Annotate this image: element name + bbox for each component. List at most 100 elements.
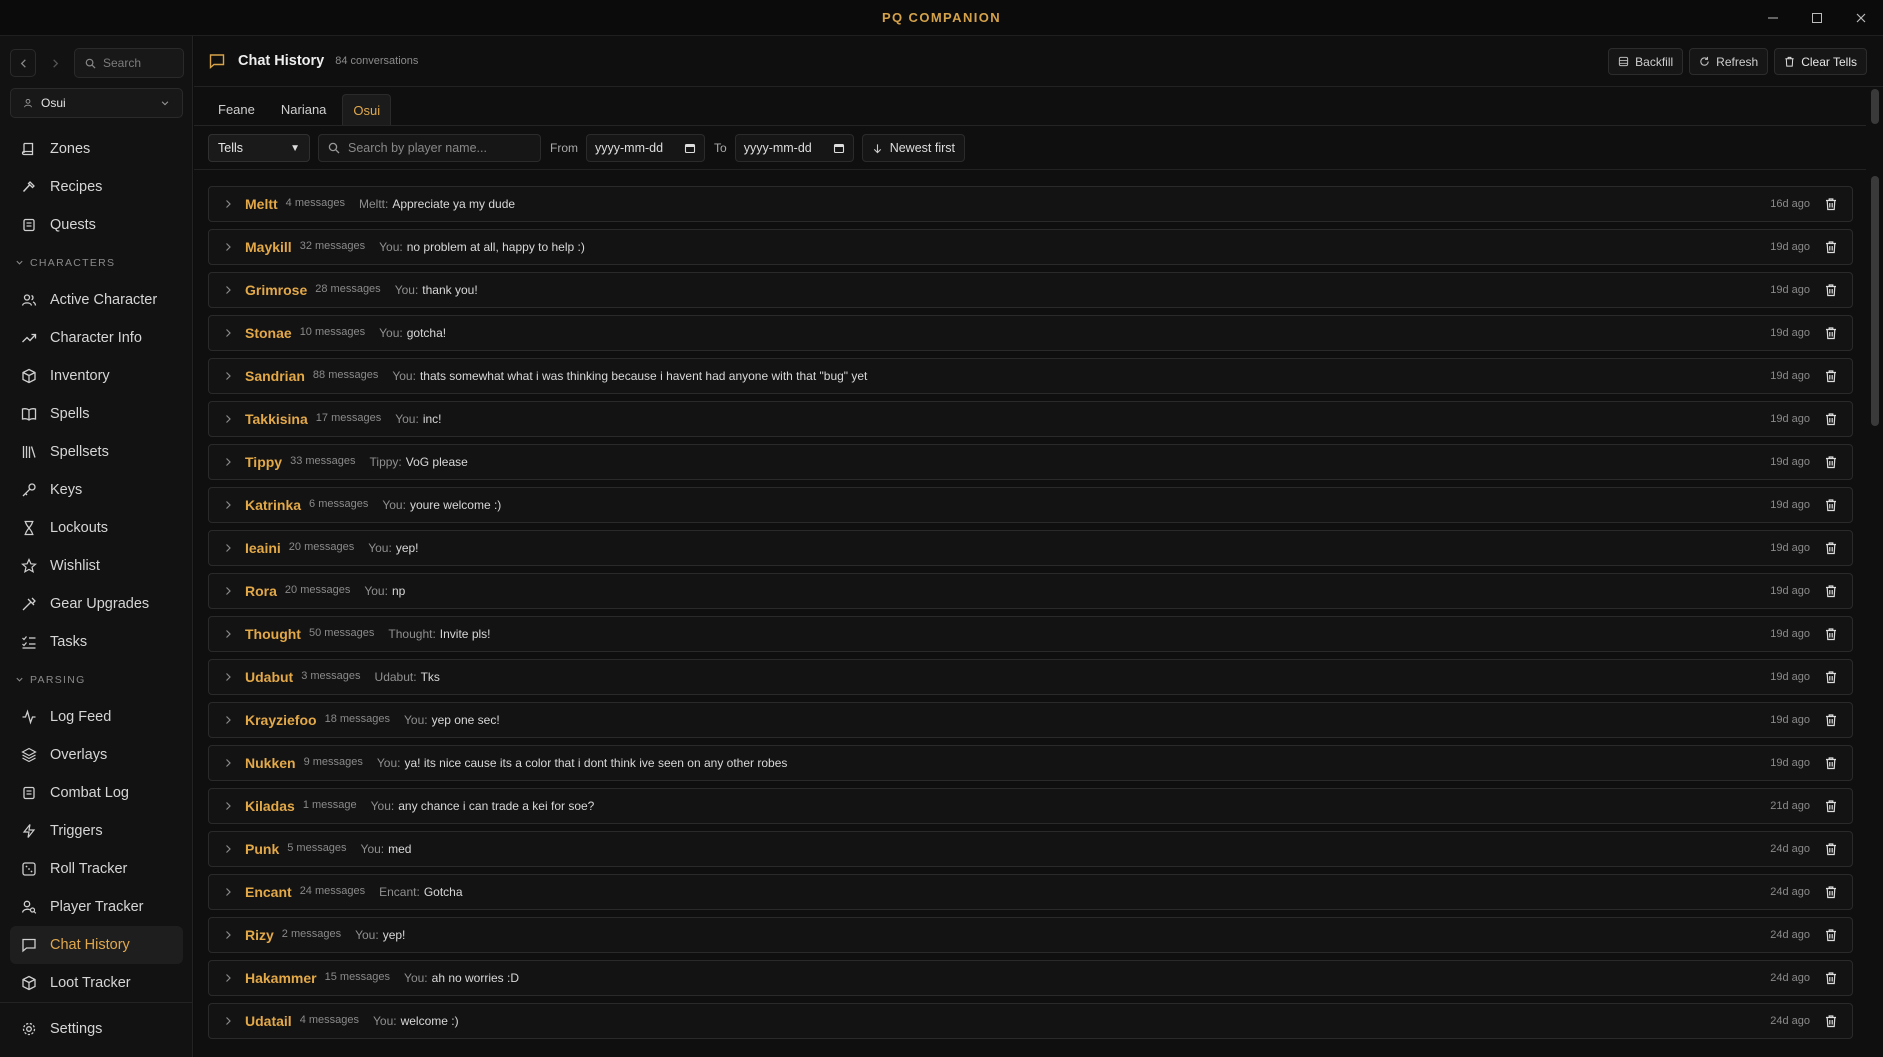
sidebar-item-chat-history[interactable]: Chat History	[10, 926, 183, 964]
sidebar-item-character-info[interactable]: Character Info	[10, 319, 183, 357]
sidebar-item-overlays[interactable]: Overlays	[10, 736, 183, 774]
tab-feane[interactable]: Feane	[208, 94, 265, 125]
sort-order-button[interactable]: Newest first	[861, 134, 965, 162]
trash-icon[interactable]	[1824, 326, 1838, 340]
chevron-right-icon[interactable]	[223, 543, 233, 553]
conversation-row[interactable]: Encant 24 messages Encant: Gotcha 24d ago	[208, 874, 1853, 910]
player-search-input[interactable]: Search by player name...	[318, 134, 541, 162]
tab-nariana[interactable]: Nariana	[271, 94, 337, 125]
conversation-row[interactable]: Stonae 10 messages You: gotcha! 19d ago	[208, 315, 1853, 351]
trash-icon[interactable]	[1824, 541, 1838, 555]
conversation-row[interactable]: Meltt 4 messages Meltt: Appreciate ya my du…	[208, 186, 1853, 222]
chevron-right-icon[interactable]	[223, 457, 233, 467]
conversation-row[interactable]: Rizy 2 messages You: yep! 24d ago	[208, 917, 1853, 953]
trash-icon[interactable]	[1824, 283, 1838, 297]
to-date-input[interactable]: yyyy-mm-dd	[734, 134, 854, 162]
chevron-right-icon[interactable]	[223, 1016, 233, 1026]
clear-tells-button[interactable]: Clear Tells	[1774, 48, 1867, 75]
chevron-right-icon[interactable]	[223, 199, 233, 209]
chevron-right-icon[interactable]	[223, 328, 233, 338]
conversation-row[interactable]: Krayziefoo 18 messages You: yep one sec! 19d…	[208, 702, 1853, 738]
sidebar-item-log-feed[interactable]: Log Feed	[10, 698, 183, 736]
chevron-right-icon[interactable]	[223, 758, 233, 768]
sidebar-item-inventory[interactable]: Inventory	[10, 357, 183, 395]
message-type-select[interactable]: Tells ▼	[208, 134, 310, 162]
chevron-right-icon[interactable]	[223, 242, 233, 252]
calendar-icon[interactable]	[684, 142, 696, 154]
conversation-row[interactable]: Udabut 3 messages Udabut: Tks 19d ago	[208, 659, 1853, 695]
calendar-icon[interactable]	[833, 142, 845, 154]
conversation-row[interactable]: Rora 20 messages You: np 19d ago	[208, 573, 1853, 609]
trash-icon[interactable]	[1824, 498, 1838, 512]
chevron-right-icon[interactable]	[223, 414, 233, 424]
sidebar-item-keys[interactable]: Keys	[10, 471, 183, 509]
trash-icon[interactable]	[1824, 928, 1838, 942]
conversation-row[interactable]: Ieaini 20 messages You: yep! 19d ago	[208, 530, 1853, 566]
conversation-row[interactable]: Udatail 4 messages You: welcome :) 24d ago	[208, 1003, 1853, 1039]
trash-icon[interactable]	[1824, 842, 1838, 856]
sidebar-item-tasks[interactable]: Tasks	[10, 623, 183, 661]
trash-icon[interactable]	[1824, 885, 1838, 899]
tab-osui[interactable]: Osui	[342, 94, 392, 125]
trash-icon[interactable]	[1824, 584, 1838, 598]
chevron-right-icon[interactable]	[223, 930, 233, 940]
character-select[interactable]: Osui	[10, 88, 183, 118]
sidebar-item-lockouts[interactable]: Lockouts	[10, 509, 183, 547]
sidebar-item-loot-tracker[interactable]: Loot Tracker	[10, 964, 183, 1002]
trash-icon[interactable]	[1824, 670, 1838, 684]
chevron-right-icon[interactable]	[223, 887, 233, 897]
section-characters[interactable]: CHARACTERS	[10, 244, 183, 281]
chevron-right-icon[interactable]	[223, 715, 233, 725]
trash-icon[interactable]	[1824, 627, 1838, 641]
sidebar-item-spellsets[interactable]: Spellsets	[10, 433, 183, 471]
trash-icon[interactable]	[1824, 240, 1838, 254]
chevron-right-icon[interactable]	[223, 586, 233, 596]
trash-icon[interactable]	[1824, 412, 1838, 426]
conversation-row[interactable]: Grimrose 28 messages You: thank you! 19d ago	[208, 272, 1853, 308]
conversation-row[interactable]: Tippy 33 messages Tippy: VoG please 19d ago	[208, 444, 1853, 480]
refresh-button[interactable]: Refresh	[1689, 48, 1769, 75]
sidebar-item-zones[interactable]: Zones	[10, 130, 183, 168]
list-scrollbar-thumb[interactable]	[1871, 176, 1879, 426]
chevron-right-icon[interactable]	[223, 500, 233, 510]
conversation-row[interactable]: Sandrian 88 messages You: thats somewhat wh…	[208, 358, 1853, 394]
trash-icon[interactable]	[1824, 971, 1838, 985]
section-parsing[interactable]: PARSING	[10, 661, 183, 698]
backfill-button[interactable]: Backfill	[1608, 48, 1684, 75]
trash-icon[interactable]	[1824, 799, 1838, 813]
sidebar-item-gear-upgrades[interactable]: Gear Upgrades	[10, 585, 183, 623]
sidebar-item-combat-log[interactable]: Combat Log	[10, 774, 183, 812]
sidebar-item-wishlist[interactable]: Wishlist	[10, 547, 183, 585]
chevron-right-icon[interactable]	[223, 629, 233, 639]
chevron-right-icon[interactable]	[223, 371, 233, 381]
header-scrollbar-thumb[interactable]	[1871, 89, 1879, 124]
sidebar-item-player-tracker[interactable]: Player Tracker	[10, 888, 183, 926]
conversation-row[interactable]: Punk 5 messages You: med 24d ago	[208, 831, 1853, 867]
conversation-row[interactable]: Hakammer 15 messages You: ah no worries :D 2…	[208, 960, 1853, 996]
sidebar-item-recipes[interactable]: Recipes	[10, 168, 183, 206]
sidebar-item-roll-tracker[interactable]: Roll Tracker	[10, 850, 183, 888]
forward-button[interactable]	[42, 49, 68, 77]
trash-icon[interactable]	[1824, 455, 1838, 469]
sidebar-item-active-character[interactable]: Active Character	[10, 281, 183, 319]
trash-icon[interactable]	[1824, 197, 1838, 211]
conversation-row[interactable]: Takkisina 17 messages You: inc! 19d ago	[208, 401, 1853, 437]
minimize-button[interactable]	[1751, 0, 1795, 36]
sidebar-item-spells[interactable]: Spells	[10, 395, 183, 433]
trash-icon[interactable]	[1824, 1014, 1838, 1028]
chevron-right-icon[interactable]	[223, 844, 233, 854]
conversation-row[interactable]: Katrinka 6 messages You: youre welcome :) 19…	[208, 487, 1853, 523]
from-date-input[interactable]: yyyy-mm-dd	[586, 134, 705, 162]
sidebar-search-input[interactable]: Search	[74, 48, 184, 78]
maximize-button[interactable]	[1795, 0, 1839, 36]
conversation-row[interactable]: Thought 50 messages Thought: Invite pls! 19d…	[208, 616, 1853, 652]
back-button[interactable]	[10, 49, 36, 77]
conversation-row[interactable]: Nukken 9 messages You: ya! its nice cause i…	[208, 745, 1853, 781]
chevron-right-icon[interactable]	[223, 285, 233, 295]
chevron-right-icon[interactable]	[223, 801, 233, 811]
sidebar-item-settings[interactable]: Settings	[10, 1010, 183, 1048]
trash-icon[interactable]	[1824, 756, 1838, 770]
chevron-right-icon[interactable]	[223, 973, 233, 983]
conversation-row[interactable]: Maykill 32 messages You: no problem at all,…	[208, 229, 1853, 265]
trash-icon[interactable]	[1824, 369, 1838, 383]
